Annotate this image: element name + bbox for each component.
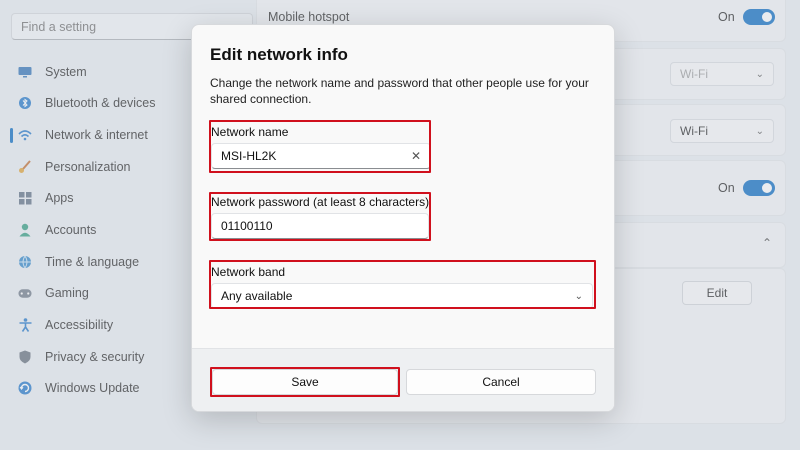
cancel-button[interactable]: Cancel — [406, 369, 596, 395]
dialog-description: Change the network name and password tha… — [210, 76, 589, 106]
dialog-footer: Save Cancel — [192, 348, 614, 411]
network-password-highlight — [209, 192, 431, 241]
save-highlight — [210, 367, 400, 397]
network-name-highlight — [209, 120, 431, 173]
dialog-title: Edit network info — [210, 45, 348, 64]
network-band-highlight — [209, 260, 596, 309]
edit-network-dialog: Edit network info Change the network nam… — [191, 24, 615, 412]
